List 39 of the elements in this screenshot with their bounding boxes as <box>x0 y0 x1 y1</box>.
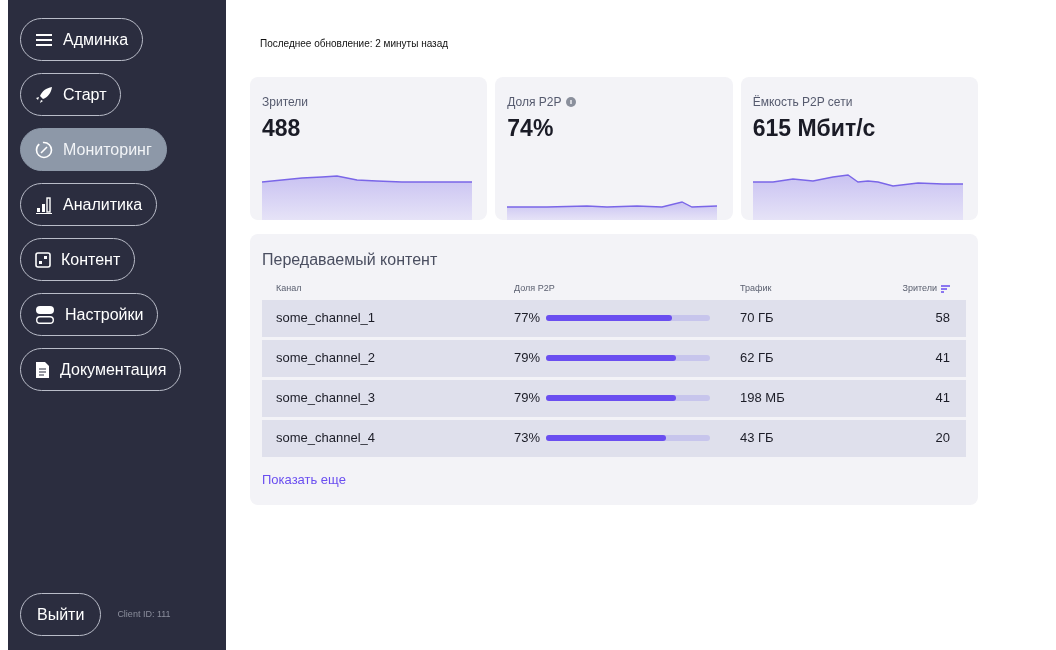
table-cell: 70 ГБ <box>740 310 774 326</box>
table-cell: 43 ГБ <box>740 430 774 446</box>
client-id-label: Client ID: 111 <box>117 607 171 621</box>
table-cell: 62 ГБ <box>740 350 774 366</box>
table-cell: some_channel_2 <box>276 350 376 366</box>
table-cell: some_channel_3 <box>276 390 376 406</box>
table-cell: 41 <box>935 350 950 366</box>
table-cell: some_channel_4 <box>276 430 376 446</box>
table-cell: 41 <box>935 390 950 406</box>
stat-title: Доля P2P <box>507 94 562 111</box>
stat-value: 488 <box>262 115 302 143</box>
table-cell: 198 МБ <box>740 390 785 406</box>
sort-icon[interactable] <box>941 283 950 293</box>
bar-chart-icon <box>35 195 53 214</box>
table-title: Передаваемый контент <box>262 250 439 270</box>
rocket-icon <box>35 85 53 104</box>
column-header: Канал <box>276 283 302 293</box>
menu-icon <box>35 32 53 47</box>
table-cell-text: 79% <box>514 349 541 368</box>
table-cell-text: 77% <box>514 309 541 328</box>
table-cell-text: 79% <box>514 389 541 408</box>
table-cell-text: 73% <box>514 429 541 448</box>
content-icon <box>35 251 51 268</box>
column-header[interactable]: Зрители <box>902 283 937 293</box>
table-cell: 20 <box>935 430 950 446</box>
table-cell: some_channel_1 <box>276 310 376 326</box>
stat-title: Зрители <box>262 94 308 111</box>
stat-value: 74% <box>507 115 555 143</box>
stat-value: 615 Мбит/с <box>752 115 877 143</box>
document-icon <box>35 360 50 379</box>
stat-title: Ёмкость P2P сети <box>752 94 853 111</box>
last-update-text: Последнее обновление: 2 минуты назад <box>259 37 450 51</box>
info-icon[interactable] <box>565 97 576 107</box>
gauge-icon <box>35 140 53 159</box>
table-cell: 58 <box>935 310 950 326</box>
column-header: Трафик <box>740 283 772 293</box>
show-more-link[interactable]: Показать еще <box>262 469 346 489</box>
column-header: Доля P2P <box>514 283 555 293</box>
toggle-icon <box>35 304 55 325</box>
